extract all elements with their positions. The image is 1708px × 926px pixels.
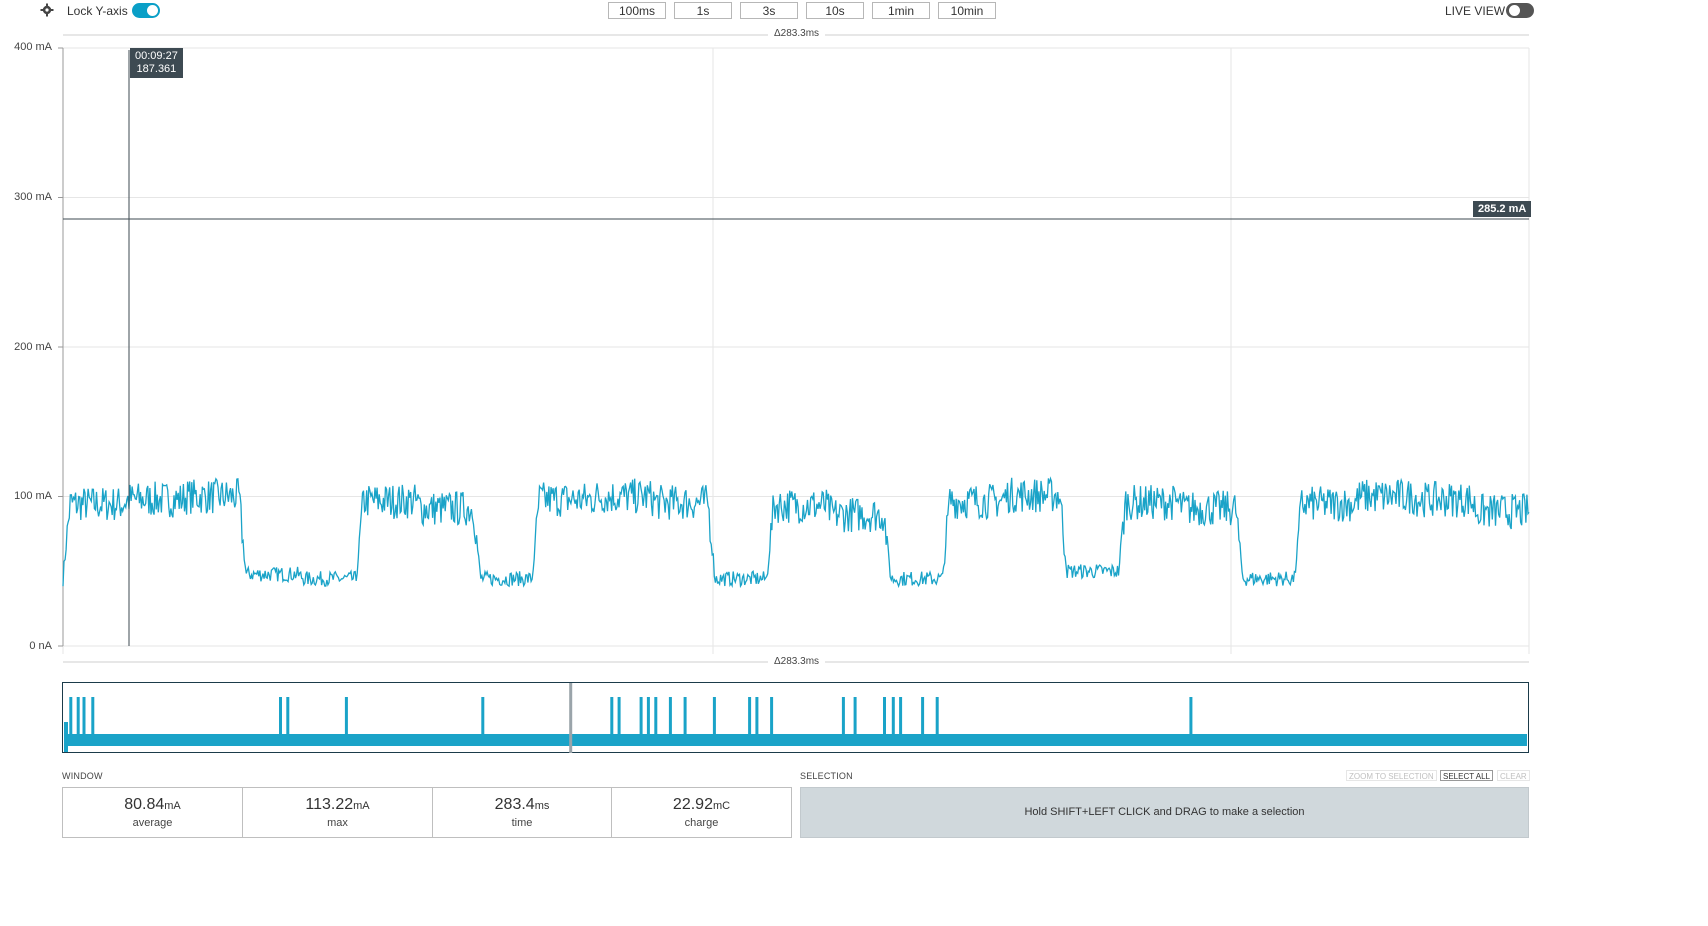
stat-label: average <box>132 817 173 829</box>
minimap-spike <box>1189 697 1193 739</box>
stat-label: time <box>511 817 533 829</box>
minimap-spike <box>69 697 73 739</box>
main-chart[interactable] <box>0 24 1560 674</box>
minimap-start-burst <box>64 722 68 752</box>
live-view-toggle[interactable] <box>1506 3 1534 18</box>
minimap-spike <box>683 697 687 739</box>
minimap-spike <box>883 697 886 739</box>
chart-grid <box>62 47 1530 654</box>
stat-time: 283.4ms time <box>432 787 612 838</box>
stat-number: 80.84 <box>124 796 165 813</box>
minimap-spike <box>279 697 282 739</box>
minimap-spike <box>617 697 621 739</box>
cursor-readout: 00:09:27 187.361 <box>130 48 183 78</box>
minimap-spike <box>841 697 845 739</box>
selection-section-title: SELECTION <box>800 771 853 781</box>
toggle-knob <box>1509 5 1520 16</box>
gear-icon[interactable] <box>40 3 54 17</box>
minimap-spike <box>654 697 658 739</box>
stat-charge: 22.92mC charge <box>611 787 792 838</box>
zoom-to-selection-button[interactable]: ZOOM TO SELECTION <box>1346 770 1437 781</box>
overview-minimap[interactable] <box>62 682 1530 754</box>
y-tick-label: 300 mA <box>14 191 52 203</box>
minimap-spike <box>668 697 672 739</box>
stat-unit: mA <box>353 800 370 812</box>
minimap-spike <box>610 697 614 739</box>
zoom-10s-button[interactable]: 10s <box>806 2 864 19</box>
clear-selection-button[interactable]: CLEAR <box>1497 770 1530 781</box>
delta-top-label: Δ283.3ms <box>768 28 826 39</box>
minimap-spike <box>891 697 895 739</box>
zoom-100ms-button[interactable]: 100ms <box>608 2 666 19</box>
minimap-spike <box>935 697 939 739</box>
minimap-spike <box>755 697 759 739</box>
stat-unit: ms <box>534 800 550 812</box>
stat-value: 283.4ms <box>433 796 611 814</box>
minimap-spike <box>286 697 290 739</box>
stat-average: 80.84mA average <box>62 787 243 838</box>
selection-hint-area[interactable]: Hold SHIFT+LEFT CLICK and DRAG to make a… <box>800 787 1529 838</box>
lock-y-axis-label: Lock Y-axis <box>67 4 128 18</box>
minimap-spike <box>770 697 774 739</box>
zoom-10min-button[interactable]: 10min <box>938 2 996 19</box>
minimap-spike <box>344 697 348 739</box>
zoom-1min-button[interactable]: 1min <box>872 2 930 19</box>
cursor-value: 187.361 <box>136 63 177 75</box>
minimap-spike <box>748 697 752 739</box>
minimap-spike <box>91 697 95 739</box>
y-tick-label: 0 nA <box>29 640 52 652</box>
zoom-1s-button[interactable]: 1s <box>674 2 732 19</box>
stat-unit: mC <box>712 800 731 812</box>
delta-bottom-label: Δ283.3ms <box>768 656 826 667</box>
window-section-title: WINDOW <box>62 771 103 781</box>
y-tick-label: 200 mA <box>14 341 52 353</box>
minimap-spike <box>712 697 716 739</box>
toolbar: Lock Y-axis 100ms 1s 3s 10s 1min 10min L… <box>0 0 1708 24</box>
stat-label: max <box>327 817 348 829</box>
minimap-spike <box>853 697 857 739</box>
minimap-spike <box>646 697 650 739</box>
minimap-spike <box>76 697 80 739</box>
stat-value: 80.84mA <box>63 796 242 814</box>
stat-number: 283.4 <box>494 796 535 813</box>
minimap-baseline-band <box>64 734 1527 746</box>
minimap-spike <box>899 697 903 739</box>
live-view-label: LIVE VIEW <box>1445 4 1506 18</box>
minimap-spike <box>481 697 485 739</box>
stat-number: 113.22 <box>305 796 354 813</box>
cursor-time: 00:09:27 <box>135 50 178 62</box>
minimap-spike <box>82 697 86 739</box>
horizontal-marker-label: 285.2 mA <box>1473 201 1532 217</box>
zoom-3s-button[interactable]: 3s <box>740 2 798 19</box>
stat-value: 22.92mC <box>612 796 791 814</box>
stat-max: 113.22mA max <box>242 787 433 838</box>
y-tick-label: 100 mA <box>14 490 52 502</box>
stat-number: 22.92 <box>672 796 713 813</box>
current-trace <box>62 476 1530 589</box>
lock-y-axis-toggle[interactable] <box>132 3 160 18</box>
select-all-button[interactable]: SELECT ALL <box>1440 770 1493 781</box>
y-axis <box>58 47 64 647</box>
y-tick-label: 400 mA <box>14 41 52 53</box>
minimap-window-handle[interactable] <box>569 683 573 753</box>
toggle-knob <box>147 5 158 16</box>
stat-label: charge <box>684 817 719 829</box>
stat-value: 113.22mA <box>243 796 432 814</box>
minimap-spike <box>921 697 925 739</box>
minimap-spike <box>639 697 643 739</box>
stat-unit: mA <box>164 800 181 812</box>
